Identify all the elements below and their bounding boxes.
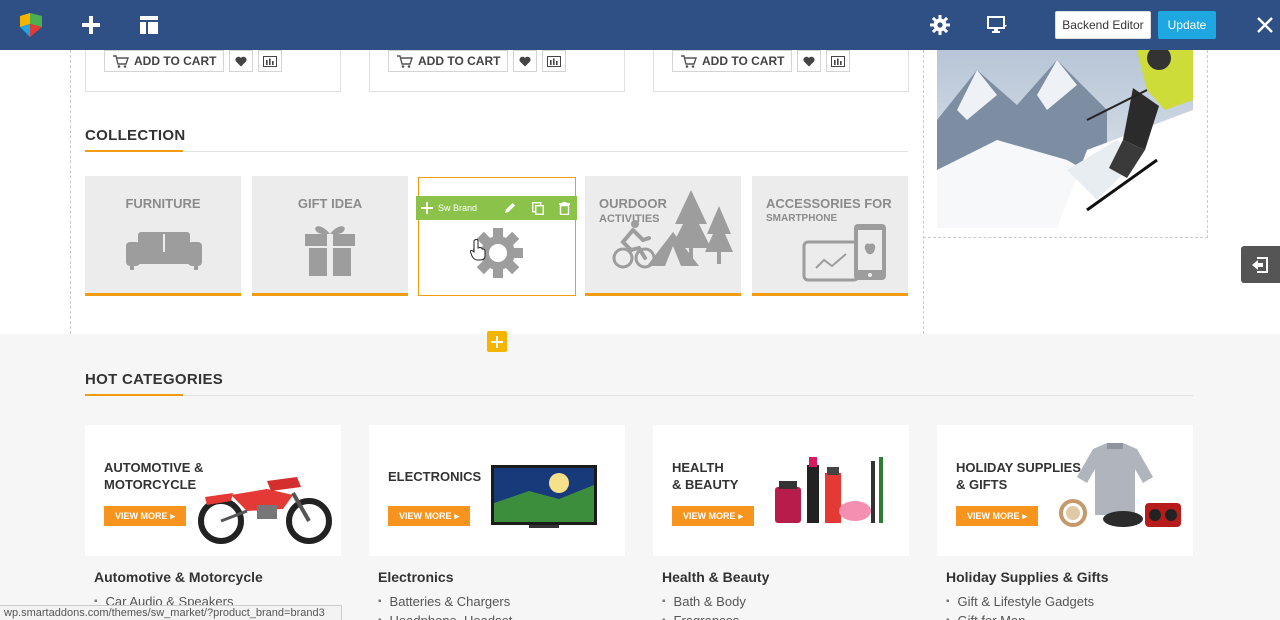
category-card-electronics[interactable]: ELECTRONICS VIEW MORE ▸ <box>369 425 625 556</box>
wishlist-heart-icon[interactable] <box>229 50 253 72</box>
motorcycle-image <box>198 477 332 544</box>
product-card: ADD TO CART <box>653 50 909 92</box>
collection-tile-label: ACCESSORIES FOR <box>766 196 892 211</box>
subcategory-link[interactable]: Fragrances <box>662 611 746 620</box>
wishlist-heart-icon[interactable] <box>513 50 537 72</box>
subcategory-link[interactable]: Batteries & Chargers <box>378 592 512 611</box>
heading-divider <box>85 395 1193 396</box>
responsive-monitor-icon[interactable] <box>982 10 1012 40</box>
compare-icon[interactable] <box>542 50 566 72</box>
category-card-title: HEALTH & BEAUTY <box>672 460 739 492</box>
column-guide <box>923 50 924 334</box>
category-name[interactable]: Health & Beauty <box>662 569 769 585</box>
product-card: ADD TO CART <box>369 50 625 92</box>
subcategory-list: Batteries & Chargers Headphone, Headset <box>378 592 513 620</box>
element-name-label: Sw Brand <box>438 203 478 213</box>
view-more-button[interactable]: VIEW MORE ▸ <box>104 506 186 526</box>
add-to-cart-label: ADD TO CART <box>134 54 217 68</box>
cosmetics-image <box>775 457 883 523</box>
category-name[interactable]: Electronics <box>378 569 453 585</box>
product-card: ADD TO CART <box>85 50 341 92</box>
category-card-automotive[interactable]: AUTOMOTIVE & MOTORCYCLE VIEW MORE ▸ <box>85 425 341 556</box>
subcategory-link[interactable]: Gift for Man <box>946 611 1094 620</box>
edit-pencil-icon[interactable] <box>496 196 524 220</box>
skiing-banner-image <box>937 50 1193 228</box>
column-guide <box>1207 50 1208 238</box>
category-card-holiday-gifts[interactable]: HOLIDAY SUPPLIES & GIFTS VIEW MORE ▸ <box>937 425 1193 556</box>
collection-heading: COLLECTION <box>85 127 186 144</box>
subcategory-link[interactable]: Bath & Body <box>662 592 746 611</box>
category-name[interactable]: Holiday Supplies & Gifts <box>946 569 1109 585</box>
add-to-cart-button[interactable]: ADD TO CART <box>388 50 508 72</box>
tablet-phone-icon <box>802 224 886 282</box>
collection-tile-label: FURNITURE <box>125 196 201 211</box>
sofa-icon <box>126 232 202 270</box>
subcategory-list: Gift & Lifestyle Gadgets Gift for Man <box>946 592 1095 620</box>
column-guide <box>70 50 71 334</box>
wishlist-heart-icon[interactable] <box>797 50 821 72</box>
clone-icon[interactable] <box>524 196 552 220</box>
camping-tent-trees-icon <box>612 190 733 269</box>
add-element-plus-icon[interactable] <box>487 331 507 352</box>
heading-accent <box>85 394 183 396</box>
gift-box-icon <box>305 226 355 276</box>
subcategory-link[interactable]: Gift & Lifestyle Gadgets <box>946 592 1095 611</box>
subcategory-list: Bath & Body Fragrances <box>662 592 746 620</box>
sw-brand-element-selected[interactable] <box>418 177 576 296</box>
category-card-health-beauty[interactable]: HEALTH & BEAUTY VIEW MORE ▸ <box>653 425 909 556</box>
cart-icon <box>681 54 697 68</box>
browser-status-url: wp.smartaddons.com/themes/sw_market/?pro… <box>0 605 342 620</box>
category-card-title: AUTOMOTIVE & MOTORCYCLE <box>104 460 204 492</box>
column-guide <box>923 237 1208 238</box>
delete-trash-icon[interactable] <box>552 196 577 220</box>
television-image <box>491 465 597 528</box>
templates-icon[interactable] <box>134 10 164 40</box>
side-panel-toggle-icon[interactable] <box>1241 246 1280 283</box>
cart-icon <box>397 54 413 68</box>
collection-tile-furniture[interactable]: FURNITURE <box>85 176 241 296</box>
editor-toolbar: Backend Editor Update <box>0 0 1280 50</box>
composer-logo-icon[interactable] <box>16 10 46 40</box>
backend-editor-button[interactable]: Backend Editor <box>1055 11 1151 39</box>
add-to-cart-label: ADD TO CART <box>702 54 785 68</box>
gifts-sweater-watch-image <box>1059 443 1181 527</box>
add-to-cart-label: ADD TO CART <box>418 54 501 68</box>
compare-icon[interactable] <box>826 50 850 72</box>
collection-tile-gift-idea[interactable]: GIFT IDEA <box>252 176 408 296</box>
hand-cursor-icon <box>470 239 486 261</box>
move-element-icon[interactable] <box>416 196 438 220</box>
compare-icon[interactable] <box>258 50 282 72</box>
add-to-cart-button[interactable]: ADD TO CART <box>672 50 792 72</box>
update-button[interactable]: Update <box>1158 11 1216 39</box>
add-to-cart-button[interactable]: ADD TO CART <box>104 50 224 72</box>
heading-accent <box>85 150 183 152</box>
heading-divider <box>85 151 908 152</box>
category-card-title: ELECTRONICS <box>388 469 482 484</box>
subcategory-link[interactable]: Headphone, Headset <box>378 611 513 620</box>
view-more-button[interactable]: VIEW MORE ▸ <box>388 506 470 526</box>
view-more-button[interactable]: VIEW MORE ▸ <box>956 506 1038 526</box>
close-icon[interactable] <box>1250 10 1280 40</box>
collection-tile-smartphone-accessories[interactable]: ACCESSORIES FOR SMARTPHONE <box>752 176 908 296</box>
settings-gear-icon[interactable] <box>925 10 955 40</box>
category-name[interactable]: Automotive & Motorcycle <box>94 569 263 585</box>
collection-tile-outdoor-activities[interactable]: OURDOOR ACTIVITIES <box>585 176 741 296</box>
collection-tile-label: GIFT IDEA <box>297 196 363 211</box>
cart-icon <box>113 54 129 68</box>
add-element-icon[interactable] <box>76 10 106 40</box>
view-more-button[interactable]: VIEW MORE ▸ <box>672 506 754 526</box>
hot-categories-heading: HOT CATEGORIES <box>85 371 224 388</box>
element-controls-toolbar: Sw Brand <box>416 196 577 220</box>
